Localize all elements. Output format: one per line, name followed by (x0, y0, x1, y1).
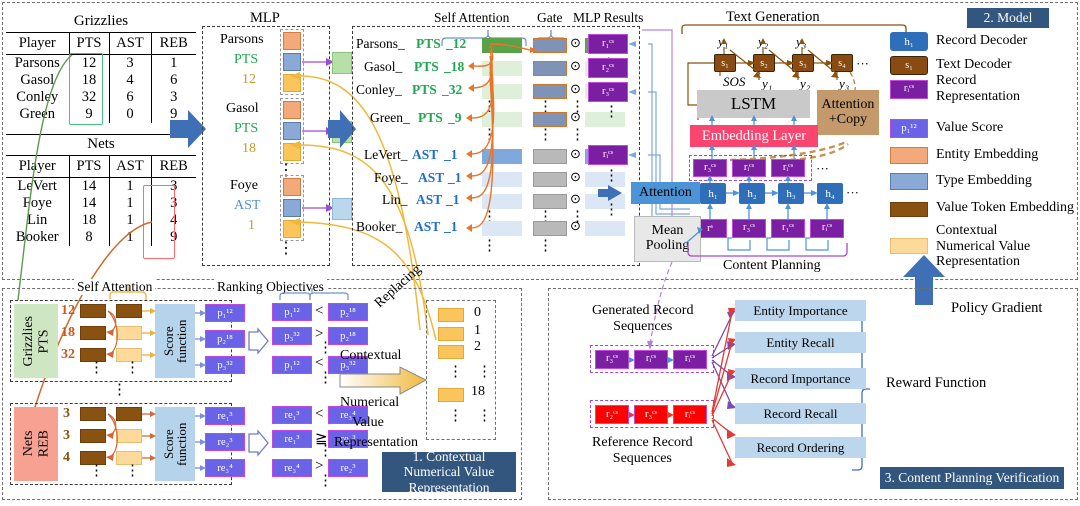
reward-record-recall: Record Recall (735, 403, 866, 424)
reward-entity-recall: Entity Recall (735, 332, 866, 353)
reward-entity-importance: Entity Importance (735, 300, 866, 321)
section3-banner: 3. Content Planning Verification (880, 467, 1064, 489)
reward-function-label: Reward Function (886, 375, 987, 391)
sequence-internal-arrows (629, 261, 870, 471)
reward-record-importance: Record Importance (735, 368, 866, 389)
reward-record-ordering: Record Ordering (735, 437, 866, 458)
policy-gradient-label: Policy Gradient (951, 300, 1043, 316)
section3-banner-label: 3. Content Planning Verification (884, 470, 1060, 486)
